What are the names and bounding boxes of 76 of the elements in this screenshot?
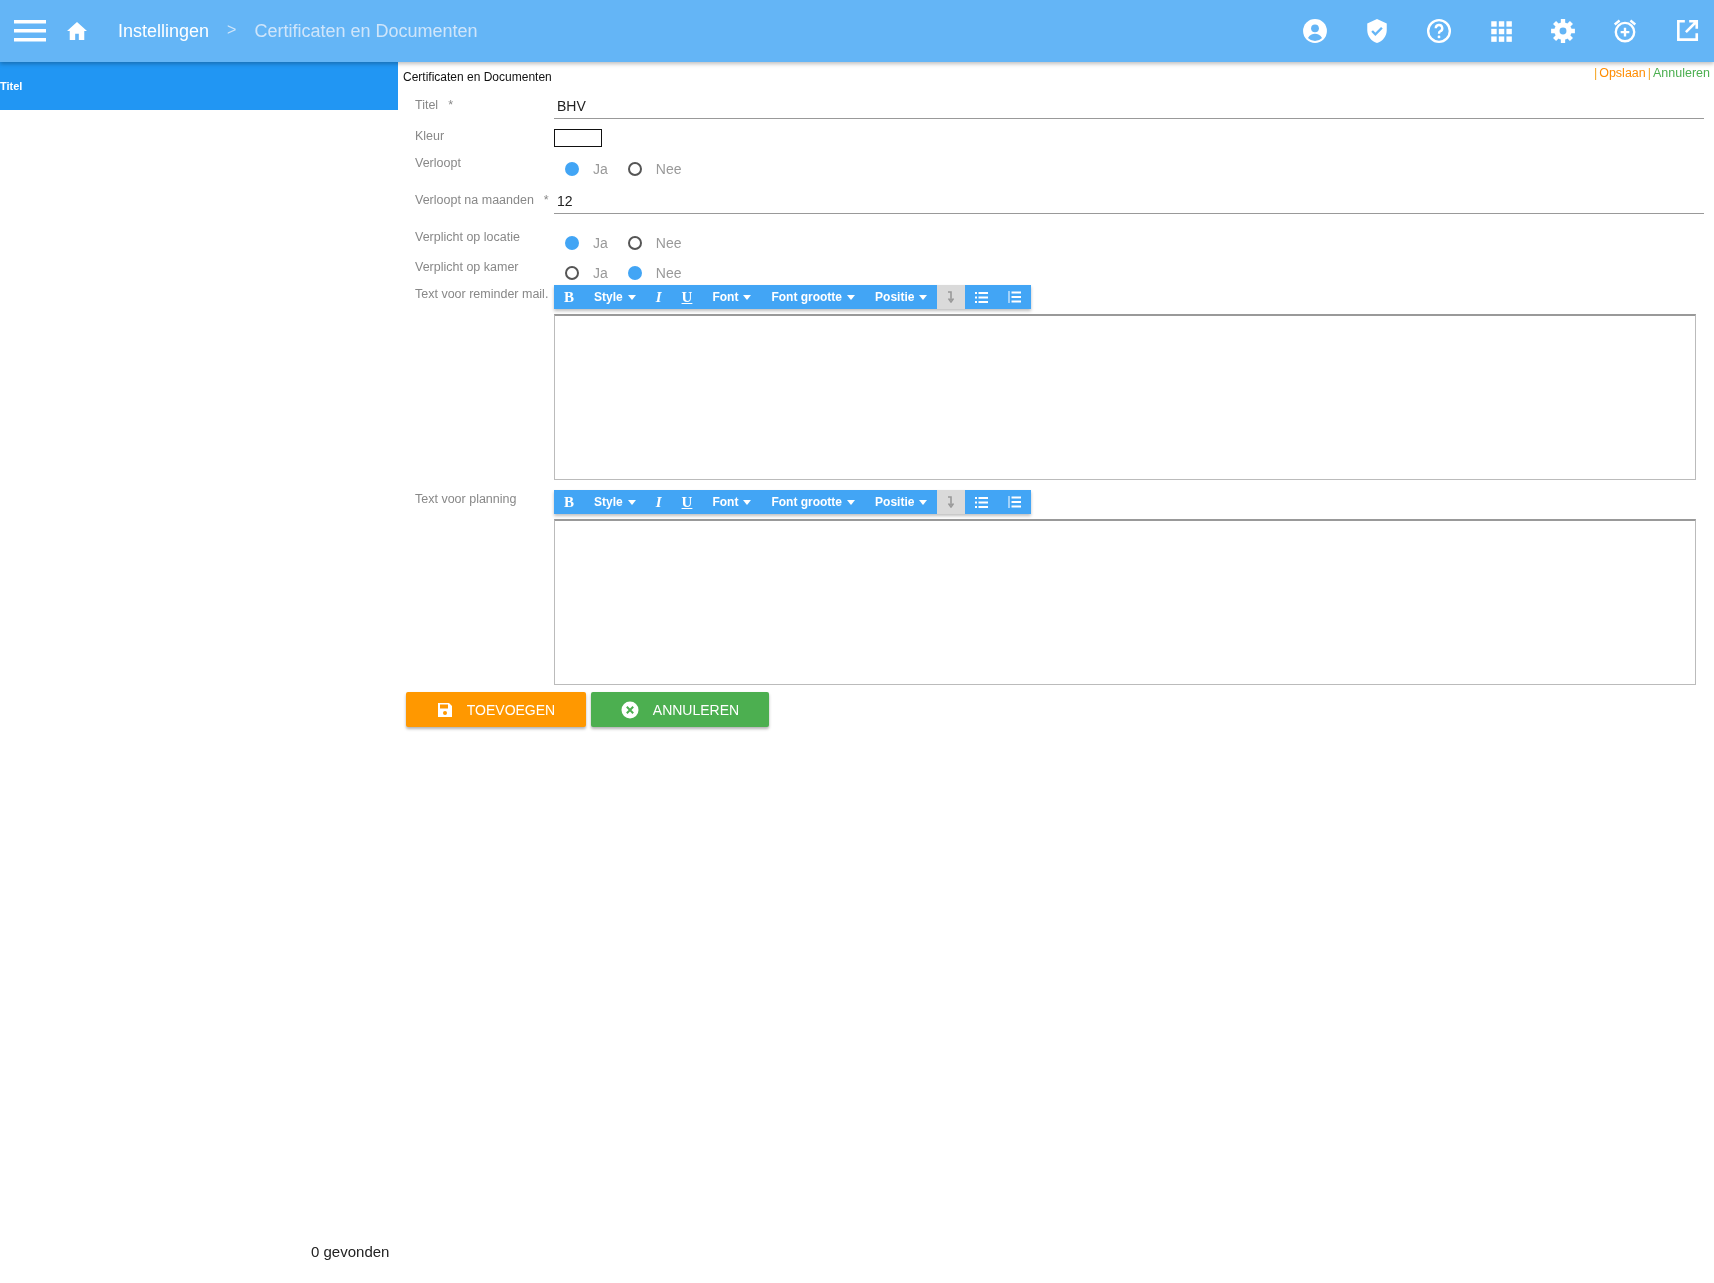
caret-icon	[919, 294, 928, 300]
action-link[interactable]: Opslaan	[1599, 66, 1646, 80]
italic-button[interactable]: I	[645, 490, 672, 514]
underline-button[interactable]: U	[671, 285, 703, 309]
close-circle-icon	[620, 700, 639, 719]
help-icon[interactable]	[1426, 18, 1452, 44]
toolbar-dropdown[interactable]: Font grootte	[761, 490, 866, 514]
toolbar-dropdown[interactable]: Font grootte	[761, 285, 866, 309]
action-link[interactable]: Annuleren	[1653, 66, 1710, 80]
caret-icon	[743, 499, 752, 505]
user-circle-icon[interactable]	[1302, 18, 1328, 44]
caret-icon	[847, 499, 856, 505]
menu-icon[interactable]	[14, 19, 46, 43]
color-swatch[interactable]	[554, 129, 602, 147]
alarm-clock-plus-icon[interactable]	[1612, 18, 1638, 44]
radio-option[interactable]: Ja	[565, 265, 608, 281]
breadcrumb-link[interactable]: Instellingen	[118, 20, 210, 42]
bold-button[interactable]: B	[554, 490, 584, 514]
link-separator: |	[1647, 66, 1651, 80]
form-title: Certificaten en Documenten	[403, 69, 552, 84]
required-mark: *	[543, 193, 549, 207]
radio-option[interactable]: Ja	[565, 161, 608, 177]
field-label: Kleur	[415, 129, 445, 143]
toolbar-dropdown[interactable]: Positie	[865, 490, 938, 514]
toolbar-dropdown[interactable]: Style	[584, 490, 646, 514]
field-label: Verplicht op kamer	[415, 260, 519, 274]
bullet-list-icon	[975, 496, 989, 508]
caret-icon	[919, 499, 928, 505]
radio-option[interactable]: Ja	[565, 235, 608, 251]
cancel-button[interactable]: ANNULEREN	[591, 692, 769, 727]
toolbar-dropdown[interactable]: Font	[702, 285, 762, 309]
save-icon	[436, 701, 453, 718]
field-label: Text voor reminder mail.	[415, 287, 549, 301]
radio-button[interactable]	[565, 236, 579, 250]
breadcrumb-link[interactable]: Certificaten en Documenten	[254, 20, 478, 42]
caret-icon	[627, 499, 636, 505]
arrow-down-icon	[947, 496, 956, 508]
radio-button[interactable]	[627, 266, 642, 280]
field-label: Verloopt na maanden	[415, 193, 534, 207]
radio-option[interactable]: Nee	[627, 161, 682, 177]
radio-option[interactable]: Nee	[627, 235, 682, 251]
sidebar-item[interactable]: Titel	[0, 62, 398, 110]
field-label: Text voor planning	[415, 492, 517, 506]
result-count: 0 gevonden	[311, 1243, 390, 1260]
toolbar-dropdown[interactable]: Font	[702, 490, 762, 514]
caret-icon	[627, 294, 636, 300]
bold-button[interactable]: B	[554, 285, 584, 309]
arrow-down-icon	[947, 291, 956, 303]
toolbar-dropdown[interactable]: Style	[584, 285, 646, 309]
radio-option[interactable]: Nee	[627, 265, 682, 281]
save-button[interactable]: TOEVOEGEN	[406, 692, 586, 727]
link-separator: |	[1593, 66, 1598, 80]
field-label: Titel	[415, 98, 439, 112]
bullet-list-icon	[975, 291, 989, 303]
breadcrumb-separator: >	[227, 20, 237, 40]
grid-icon[interactable]	[1488, 18, 1514, 44]
italic-button[interactable]: I	[645, 285, 672, 309]
field-label: Verloopt	[415, 156, 461, 170]
radio-button[interactable]	[627, 162, 642, 176]
settings-icon[interactable]	[1550, 18, 1576, 44]
text-field[interactable]: 12	[554, 191, 1704, 214]
numbered-list-icon	[1008, 291, 1022, 303]
radio-button[interactable]	[627, 236, 642, 250]
home-icon[interactable]	[66, 21, 88, 41]
radio-button[interactable]	[565, 162, 579, 176]
radio-button[interactable]	[565, 266, 579, 280]
numbered-list-icon	[1008, 496, 1022, 508]
required-mark: *	[448, 98, 454, 112]
toolbar-dropdown[interactable]: Positie	[865, 285, 938, 309]
caret-icon	[743, 294, 752, 300]
text-field[interactable]: BHV	[554, 96, 1704, 119]
external-link-icon[interactable]	[1674, 18, 1700, 44]
underline-button[interactable]: U	[671, 490, 703, 514]
shield-check-icon[interactable]	[1364, 18, 1390, 44]
caret-icon	[847, 294, 856, 300]
field-label: Verplicht op locatie	[415, 230, 520, 244]
